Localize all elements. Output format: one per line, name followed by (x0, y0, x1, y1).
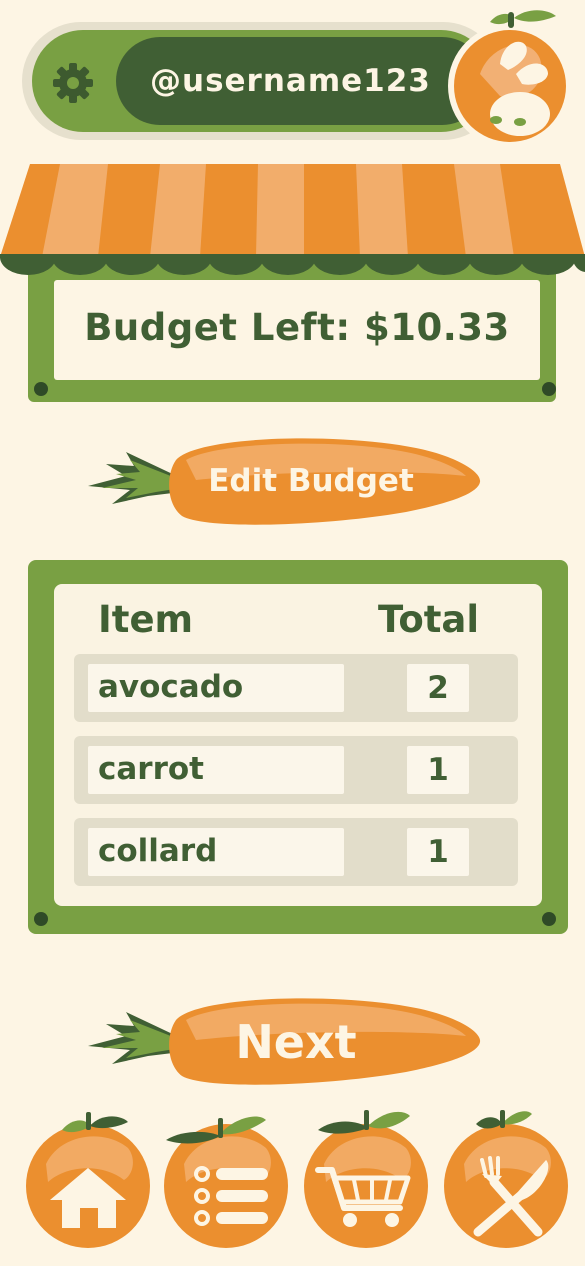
store-awning (0, 162, 585, 282)
nav-list-button[interactable] (162, 1104, 290, 1254)
board-bolt (34, 382, 48, 396)
budget-left-text: Budget Left: $10.33 (84, 306, 510, 349)
home-icon (26, 1112, 150, 1248)
item-name-cell: carrot (88, 746, 344, 794)
fork-knife-icon (444, 1110, 568, 1248)
column-header-total: Total (378, 598, 480, 641)
item-total-cell: 2 (407, 664, 469, 712)
avatar[interactable] (430, 4, 580, 149)
item-name-cell: avocado (88, 664, 344, 712)
nav-recipes-button[interactable] (442, 1104, 570, 1254)
list-icon (164, 1116, 288, 1248)
next-label: Next (235, 1015, 357, 1069)
cart-icon (304, 1110, 428, 1248)
column-header-item: Item (98, 598, 194, 641)
edit-budget-label: Edit Budget (208, 463, 414, 499)
item-total-cell: 1 (407, 746, 469, 794)
board-bolt (542, 382, 556, 396)
username-label: @username123 (150, 63, 431, 99)
next-button[interactable]: Next (86, 990, 486, 1090)
edit-budget-button[interactable]: Edit Budget (86, 430, 486, 530)
board-bolt (542, 912, 556, 926)
gear-icon[interactable] (50, 60, 96, 106)
nav-cart-button[interactable] (302, 1104, 430, 1254)
board-bolt (34, 912, 48, 926)
nav-home-button[interactable] (24, 1104, 152, 1254)
item-total-cell: 1 (407, 828, 469, 876)
item-name-cell: collard (88, 828, 344, 876)
